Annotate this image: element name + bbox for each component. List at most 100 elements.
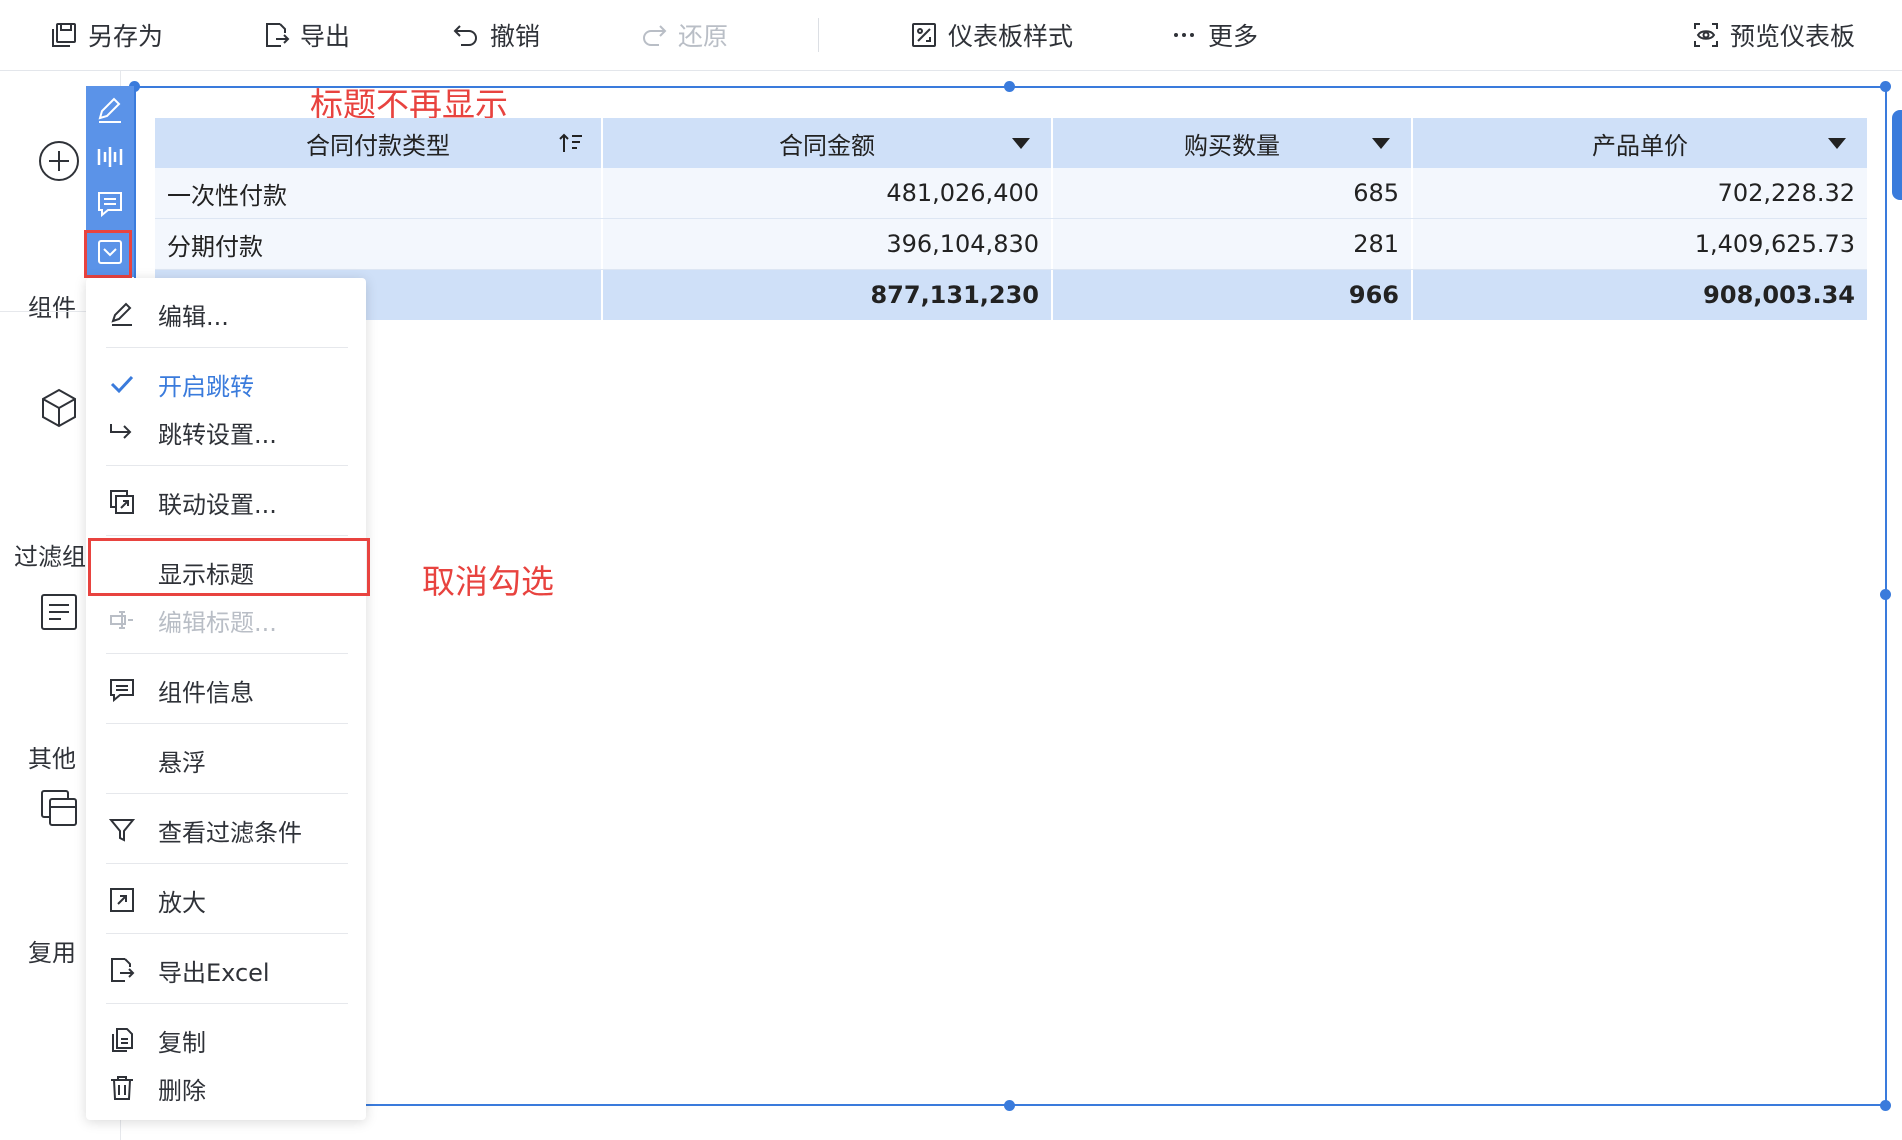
menu-divider bbox=[106, 723, 348, 724]
dropdown-triangle-icon[interactable] bbox=[1009, 132, 1033, 154]
resize-handle-bottom-right[interactable] bbox=[1880, 1100, 1891, 1111]
export-icon bbox=[266, 23, 290, 47]
preview-dashboard-label: 预览仪表板 bbox=[1730, 22, 1856, 51]
header-label: 合同付款类型 bbox=[306, 131, 450, 160]
dashboard-style-icon bbox=[912, 23, 936, 47]
menu-item-edit-title[interactable]: 编辑标题... bbox=[86, 598, 366, 642]
menu-item-jump-settings[interactable]: 跳转设置... bbox=[86, 410, 366, 454]
menu-label: 删除 bbox=[158, 1076, 206, 1105]
table-cell: 908,003.34 bbox=[1703, 281, 1855, 309]
save-as-label: 另存为 bbox=[88, 22, 164, 51]
resize-handle-top[interactable] bbox=[1004, 81, 1015, 92]
table-cell: 一次性付款 bbox=[155, 168, 603, 218]
more-button[interactable]: 更多 bbox=[1170, 0, 1258, 70]
header-label: 合同金额 bbox=[779, 131, 875, 160]
menu-divider bbox=[106, 535, 348, 536]
menu-item-delete[interactable]: 删除 bbox=[86, 1066, 366, 1110]
sort-icon[interactable] bbox=[559, 132, 583, 154]
header-contract-amount[interactable]: 合同金额 bbox=[603, 118, 1053, 168]
annotation-uncheck: 取消勾选 bbox=[422, 562, 554, 601]
toolbar-divider bbox=[818, 18, 819, 52]
table-total-row: 877,131,230 966 908,003.34 bbox=[155, 270, 1867, 320]
menu-item-float[interactable]: 悬浮 bbox=[86, 738, 366, 782]
menu-label: 编辑标题... bbox=[158, 608, 277, 637]
menu-item-zoom[interactable]: 放大 bbox=[86, 878, 366, 922]
table-cell: 481,026,400 bbox=[603, 168, 1053, 218]
dropdown-triangle-icon[interactable] bbox=[1825, 132, 1849, 154]
copy-icon bbox=[112, 1028, 133, 1052]
menu-label: 开启跳转 bbox=[158, 372, 254, 401]
undo-label: 撤销 bbox=[490, 22, 541, 51]
resize-handle-top-right[interactable] bbox=[1880, 81, 1891, 92]
redo-button[interactable]: 还原 bbox=[640, 0, 728, 70]
export-button[interactable]: 导出 bbox=[262, 0, 350, 70]
menu-item-component-info[interactable]: 组件信息 bbox=[86, 668, 366, 712]
save-as-button[interactable]: 另存为 bbox=[50, 0, 163, 70]
expand-icon bbox=[110, 888, 134, 912]
menu-divider bbox=[106, 1003, 348, 1004]
menu-item-enable-jump[interactable]: 开启跳转 bbox=[86, 362, 366, 406]
info-comment-icon bbox=[110, 679, 134, 703]
add-circle-icon bbox=[39, 141, 79, 181]
top-toolbar: 另存为 导出 撤销 还原 仪表板样式 更多 预览仪表板 bbox=[0, 0, 1902, 71]
cube-icon bbox=[42, 388, 76, 428]
reuse-icon bbox=[41, 790, 77, 826]
menu-label: 查看过滤条件 bbox=[158, 818, 302, 847]
menu-label: 悬浮 bbox=[158, 748, 206, 777]
save-as-icon bbox=[52, 23, 76, 47]
highlight-box-show-title bbox=[88, 538, 370, 596]
right-panel-toggle[interactable] bbox=[1892, 110, 1902, 200]
preview-dashboard-button[interactable]: 预览仪表板 bbox=[1692, 0, 1855, 70]
dropdown-triangle-icon[interactable] bbox=[1369, 132, 1393, 154]
menu-label: 导出Excel bbox=[158, 958, 270, 987]
menu-divider bbox=[106, 793, 348, 794]
data-table: 合同付款类型 合同金额 购买数量 产品单价 一次性付款 481,026,400 … bbox=[155, 118, 1867, 320]
more-icon bbox=[1174, 33, 1194, 37]
redo-icon bbox=[643, 25, 667, 46]
more-label: 更多 bbox=[1208, 22, 1259, 51]
highlight-box-dropdown bbox=[84, 230, 132, 278]
jump-arrow-icon bbox=[110, 424, 132, 439]
menu-label: 复制 bbox=[158, 1028, 206, 1057]
document-icon bbox=[41, 594, 77, 630]
chart-bars-icon[interactable] bbox=[94, 141, 126, 173]
header-quantity[interactable]: 购买数量 bbox=[1053, 118, 1413, 168]
resize-handle-bottom[interactable] bbox=[1004, 1100, 1015, 1111]
menu-divider bbox=[106, 465, 348, 466]
header-label: 购买数量 bbox=[1184, 131, 1280, 160]
menu-item-copy[interactable]: 复制 bbox=[86, 1018, 366, 1062]
filter-funnel-icon bbox=[108, 819, 136, 842]
menu-divider bbox=[106, 653, 348, 654]
table-cell: 685 bbox=[1053, 168, 1413, 218]
export-label: 导出 bbox=[300, 22, 351, 51]
header-payment-type[interactable]: 合同付款类型 bbox=[155, 118, 603, 168]
export-icon bbox=[111, 958, 135, 982]
dashboard-style-button[interactable]: 仪表板样式 bbox=[910, 0, 1073, 70]
menu-label: 编辑... bbox=[158, 302, 229, 331]
header-unit-price[interactable]: 产品单价 bbox=[1413, 118, 1867, 168]
pencil-icon[interactable] bbox=[94, 94, 126, 126]
table-cell: 396,104,830 bbox=[603, 219, 1053, 269]
menu-label: 跳转设置... bbox=[158, 420, 277, 449]
table-row: 一次性付款 481,026,400 685 702,228.32 bbox=[155, 168, 1867, 219]
table-cell: 877,131,230 bbox=[603, 270, 1053, 320]
pencil-icon bbox=[111, 302, 132, 326]
header-label: 产品单价 bbox=[1592, 131, 1688, 160]
menu-item-export-excel[interactable]: 导出Excel bbox=[86, 948, 366, 992]
menu-label: 联动设置... bbox=[158, 490, 277, 519]
table-cell: 分期付款 bbox=[155, 219, 603, 269]
undo-button[interactable]: 撤销 bbox=[452, 0, 540, 70]
menu-item-edit[interactable]: 编辑... bbox=[86, 292, 366, 336]
menu-divider bbox=[106, 863, 348, 864]
table-header-row: 合同付款类型 合同金额 购买数量 产品单价 bbox=[155, 118, 1867, 168]
table-cell: 966 bbox=[1053, 270, 1413, 320]
menu-item-view-filters[interactable]: 查看过滤条件 bbox=[86, 808, 366, 852]
table-row: 分期付款 396,104,830 281 1,409,625.73 bbox=[155, 219, 1867, 270]
resize-handle-right[interactable] bbox=[1880, 589, 1891, 600]
table-cell: 281 bbox=[1053, 219, 1413, 269]
menu-item-linkage-settings[interactable]: 联动设置... bbox=[86, 480, 366, 524]
preview-eye-icon bbox=[1694, 23, 1718, 47]
comment-icon[interactable] bbox=[94, 188, 126, 220]
dashboard-style-label: 仪表板样式 bbox=[948, 22, 1074, 51]
menu-label: 放大 bbox=[158, 888, 206, 917]
